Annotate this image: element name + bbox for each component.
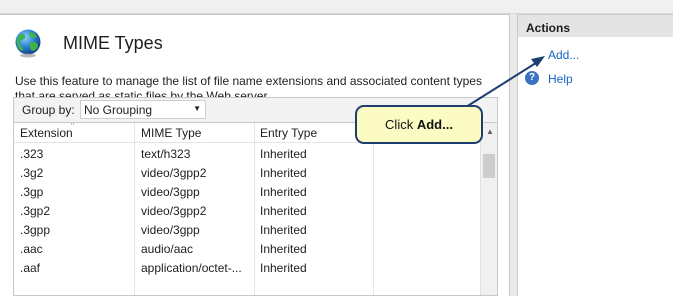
- callout-bubble: Click Add...: [355, 105, 483, 144]
- callout-prefix: Click: [385, 117, 417, 132]
- callout-emphasis: Add...: [416, 117, 453, 132]
- callout-arrow: [465, 56, 545, 108]
